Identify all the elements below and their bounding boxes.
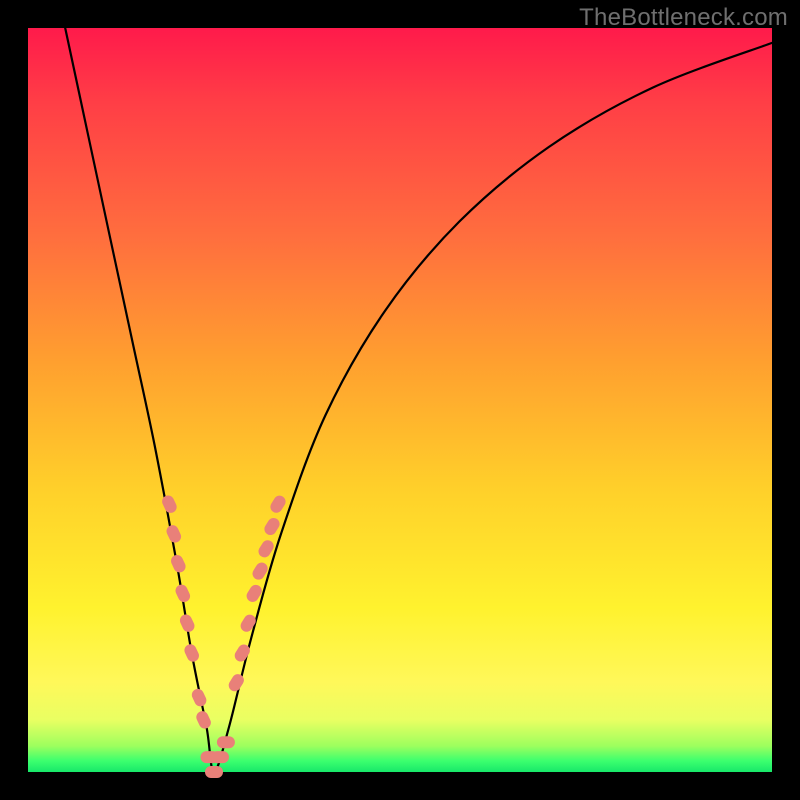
curve-marker [165,523,183,544]
curve-marker [226,672,246,694]
curve-marker [194,709,212,730]
curve-marker [160,494,178,515]
curve-marker [182,642,200,663]
curve-marker [211,751,229,763]
marker-group [160,493,288,778]
plot-area [28,28,772,772]
curve-marker [262,516,282,538]
curve-marker [190,687,208,708]
curve-marker [268,493,288,515]
curve-layer [28,28,772,772]
curve-marker [178,613,196,634]
curve-marker [238,612,258,634]
chart-frame: TheBottleneck.com [0,0,800,800]
curve-marker [205,766,223,778]
curve-marker [217,736,235,748]
bottleneck-curve [65,28,772,772]
curve-marker [174,583,192,604]
curve-marker [169,553,187,574]
